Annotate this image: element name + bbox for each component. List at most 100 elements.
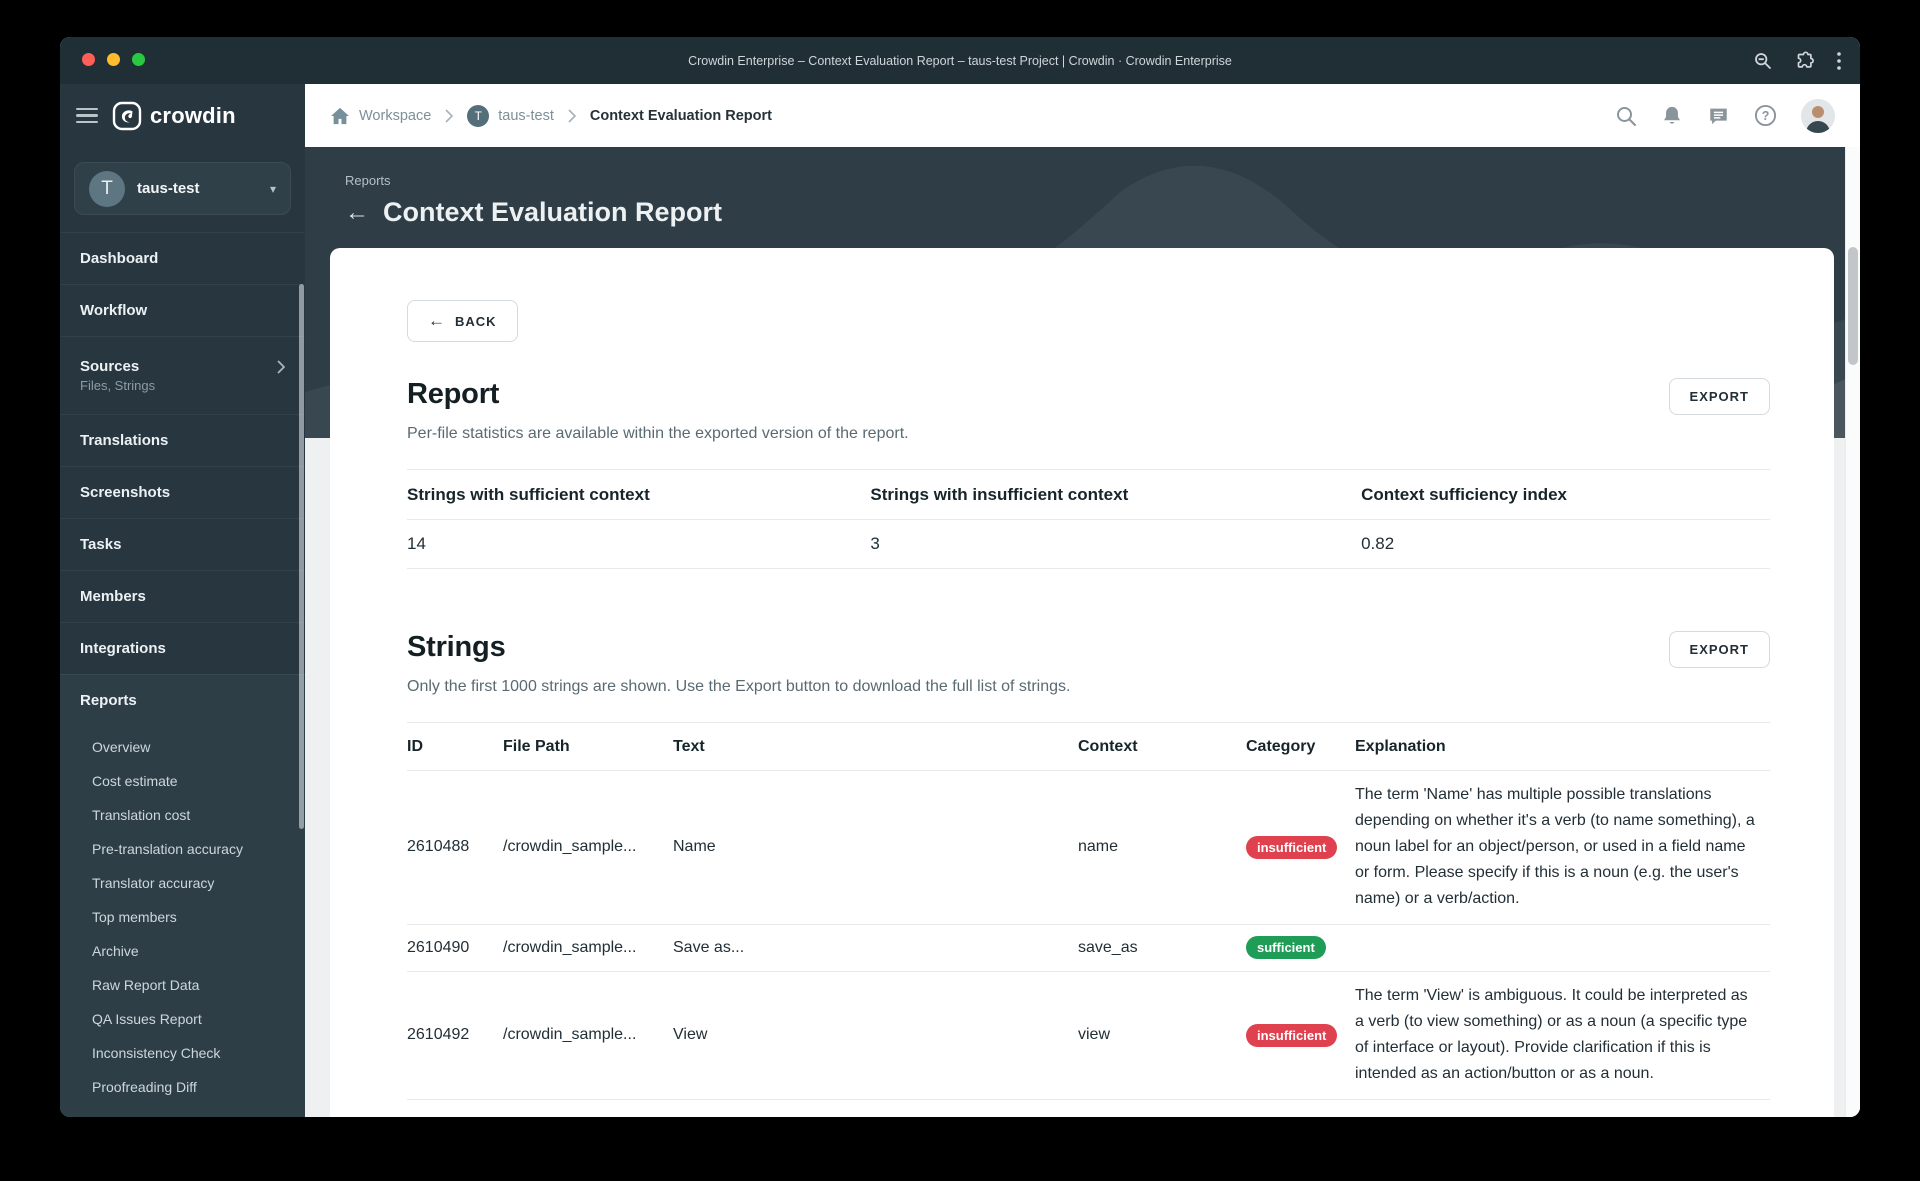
sidebar-item-raw-report-data[interactable]: Raw Report Data	[60, 968, 305, 1002]
sidebar-item-sources[interactable]: Sources Files, Strings	[60, 336, 305, 414]
sidebar-item-integrations[interactable]: Integrations	[60, 622, 305, 674]
sidebar-item-archive[interactable]: Archive	[60, 934, 305, 968]
project-avatar: T	[89, 170, 125, 207]
window-title: Crowdin Enterprise – Context Evaluation …	[688, 53, 1232, 68]
chevron-down-icon: ▾	[269, 181, 276, 196]
traffic-lights	[82, 53, 145, 66]
maximize-window-button[interactable]	[132, 53, 145, 66]
sidebar-item-inconsistency-check[interactable]: Inconsistency Check	[60, 1036, 305, 1070]
back-arrow-icon[interactable]: ←	[345, 199, 369, 227]
export-report-button[interactable]: EXPORT	[1668, 378, 1770, 415]
strings-section-title: Strings	[407, 631, 506, 663]
string-text: Save as...	[673, 924, 1078, 972]
report-card: ← BACK Report EXPORT Per-file statistics…	[330, 248, 1834, 1117]
help-icon[interactable]: ?	[1754, 104, 1777, 127]
report-section-title: Report	[407, 378, 500, 410]
stat-sufficient-count: 14	[407, 519, 871, 569]
breadcrumb: Workspace T taus-test Context Evaluation…	[330, 104, 1605, 127]
user-avatar[interactable]	[1801, 98, 1835, 133]
sidebar-item-proofreading-diff[interactable]: Proofreading Diff	[60, 1070, 305, 1104]
project-selector[interactable]: T taus-test ▾	[74, 162, 291, 215]
scrollbar-thumb[interactable]	[1848, 247, 1858, 365]
project-avatar: T	[467, 104, 490, 127]
extensions-puzzle-icon[interactable]	[1794, 50, 1814, 71]
stat-insufficient-count: 3	[870, 519, 1362, 569]
sidebar-item-translation-cost[interactable]: Translation cost	[60, 798, 305, 832]
home-icon	[331, 107, 349, 124]
string-id: 2610488	[407, 770, 503, 925]
string-file-path: /crowdin_sample...	[503, 971, 673, 1100]
page-scrollbar[interactable]	[1845, 147, 1860, 1117]
column-header-text: Text	[673, 722, 1078, 771]
sidebar-item-workflow[interactable]: Workflow	[60, 284, 305, 336]
close-window-button[interactable]	[82, 53, 95, 66]
notifications-bell-icon[interactable]	[1661, 105, 1683, 127]
category-badge: insufficient	[1246, 1023, 1338, 1047]
category-badge: insufficient	[1246, 835, 1338, 859]
breadcrumb-home[interactable]: Workspace	[330, 107, 431, 125]
search-icon[interactable]	[1615, 105, 1637, 127]
project-name: taus-test	[137, 180, 200, 197]
stat-sufficiency-index: 0.82	[1361, 519, 1770, 569]
browser-menu-kebab-icon[interactable]	[1836, 51, 1842, 71]
sidebar-item-tasks[interactable]: Tasks	[60, 518, 305, 570]
stats-header: Strings with sufficient context	[407, 469, 871, 520]
string-context: save_as	[1078, 924, 1246, 972]
breadcrumb-current: Context Evaluation Report	[589, 107, 772, 124]
string-file-path: /crowdin_sample...	[503, 924, 673, 972]
report-stats-table: Strings with sufficient context Strings …	[407, 469, 1770, 569]
crowdin-logo-icon	[112, 101, 142, 130]
svg-text:?: ?	[1762, 109, 1770, 123]
sidebar-item-reports[interactable]: Reports	[60, 674, 305, 726]
string-explanation: The term 'View' is ambiguous. It could b…	[1355, 971, 1770, 1100]
breadcrumb-project[interactable]: T taus-test	[467, 104, 554, 127]
string-text: Name	[673, 770, 1078, 925]
strings-table: ID File Path Text Context Category Expla…	[407, 722, 1770, 1100]
banner-eyebrow: Reports	[345, 173, 391, 188]
string-id: 2610490	[407, 924, 503, 972]
messages-chat-icon[interactable]	[1707, 105, 1730, 127]
export-strings-button[interactable]: EXPORT	[1668, 631, 1770, 668]
string-file-path: /crowdin_sample...	[503, 770, 673, 925]
hamburger-menu-icon[interactable]	[76, 107, 98, 124]
table-row: 2610488 /crowdin_sample... Name name ins…	[407, 770, 1770, 925]
table-row: 2610492 /crowdin_sample... View view ins…	[407, 971, 1770, 1100]
browser-zoom-icon[interactable]	[1754, 52, 1772, 70]
minimize-window-button[interactable]	[107, 53, 120, 66]
string-context: view	[1078, 971, 1246, 1100]
crowdin-wordmark: crowdin	[150, 102, 236, 128]
chevron-right-icon	[277, 359, 285, 374]
sidebar-item-translator-accuracy[interactable]: Translator accuracy	[60, 866, 305, 900]
app-window: Crowdin Enterprise – Context Evaluation …	[60, 37, 1860, 1117]
sidebar-item-overview[interactable]: Overview	[60, 730, 305, 764]
sidebar-item-screenshots[interactable]: Screenshots	[60, 466, 305, 518]
string-id: 2610492	[407, 971, 503, 1100]
sidebar-item-translations[interactable]: Translations	[60, 414, 305, 466]
string-explanation: The term 'Name' has multiple possible tr…	[1355, 770, 1770, 925]
sidebar-item-qa-issues-report[interactable]: QA Issues Report	[60, 1002, 305, 1036]
window-titlebar: Crowdin Enterprise – Context Evaluation …	[60, 37, 1860, 84]
sidebar-item-top-members[interactable]: Top members	[60, 900, 305, 934]
strings-section-subtitle: Only the first 1000 strings are shown. U…	[407, 678, 1071, 695]
page-content: Reports ← Context Evaluation Report ← BA…	[305, 147, 1860, 1117]
sidebar-item-dashboard[interactable]: Dashboard	[60, 232, 305, 284]
sidebar-scrollbar[interactable]	[299, 284, 304, 829]
sidebar-item-pre-translation-accuracy[interactable]: Pre-translation accuracy	[60, 832, 305, 866]
column-header-context: Context	[1078, 722, 1246, 771]
stats-header: Context sufficiency index	[1361, 469, 1770, 520]
crowdin-brand[interactable]: crowdin	[112, 101, 236, 131]
string-context: name	[1078, 770, 1246, 925]
sidebar: crowdin T taus-test ▾ Dashboard Workflow…	[60, 84, 305, 1117]
sidebar-item-members[interactable]: Members	[60, 570, 305, 622]
string-explanation	[1355, 924, 1770, 972]
column-header-category: Category	[1246, 722, 1355, 771]
string-text: View	[673, 971, 1078, 1100]
column-header-id: ID	[407, 722, 503, 771]
sidebar-reports-section: Reports Overview Cost estimate Translati…	[60, 674, 305, 1117]
table-row: 2610490 /crowdin_sample... Save as... sa…	[407, 924, 1770, 972]
table-row: 14 3 0.82	[407, 519, 1770, 569]
sidebar-item-cost-estimate[interactable]: Cost estimate	[60, 764, 305, 798]
category-badge: sufficient	[1246, 936, 1326, 959]
back-arrow-icon: ←	[428, 311, 446, 330]
back-button[interactable]: ← BACK	[407, 300, 518, 342]
